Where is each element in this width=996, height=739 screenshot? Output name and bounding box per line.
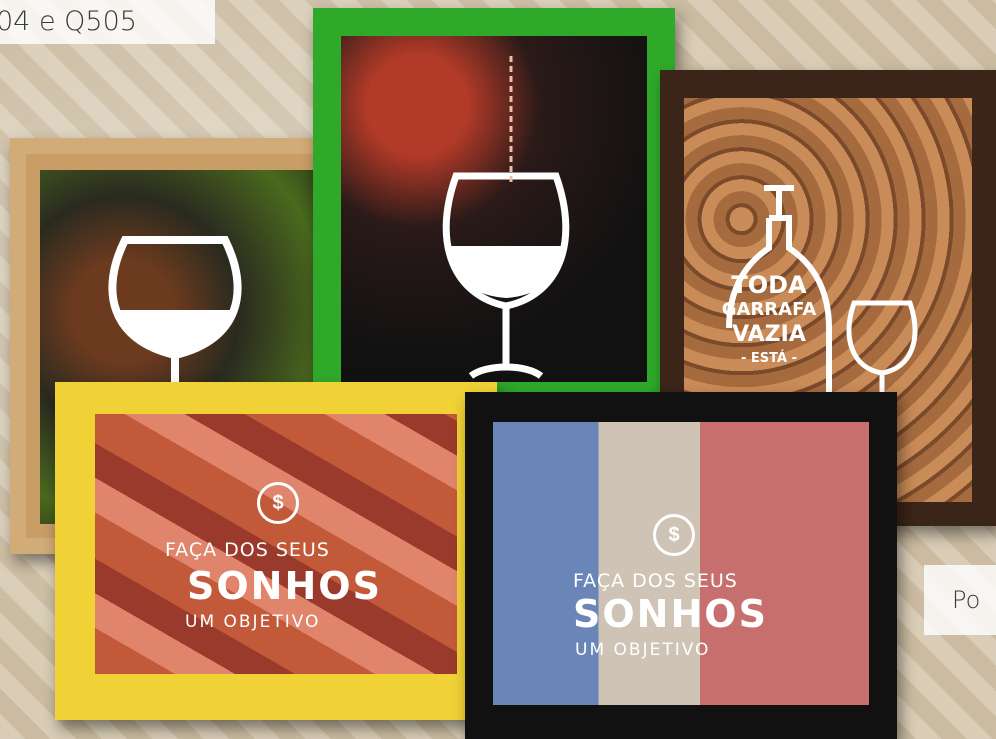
caption-line2: SONHOS <box>573 592 768 636</box>
money-picture: $ FAÇA DOS SEUS SONHOS UM OBJETIVO <box>95 414 457 674</box>
bottle-text-toda: TODA <box>731 271 807 299</box>
caption-line3: UM OBJETIVO <box>185 612 321 632</box>
caption-line1: FAÇA DOS SEUS <box>165 539 330 561</box>
caption-line2: SONHOS <box>187 564 382 608</box>
side-label: Po <box>924 565 996 635</box>
bottle-text-esta: - ESTÁ - <box>740 351 797 366</box>
money-picture: $ FAÇA DOS SEUS SONHOS UM OBJETIVO <box>493 422 869 705</box>
wine-stream-icon <box>509 56 513 186</box>
dollar-icon: $ <box>257 482 299 524</box>
product-code-label: 04 e Q505 <box>0 0 215 44</box>
dollar-icon: $ <box>653 514 695 556</box>
green-frame-picture <box>341 36 647 382</box>
bottle-text-garrafa: GARRAFA <box>721 299 817 320</box>
caption-line3: UM OBJETIVO <box>575 640 711 660</box>
caption-line1: FAÇA DOS SEUS <box>573 570 738 592</box>
wine-glass-icon <box>442 172 570 379</box>
green-frame <box>313 8 675 400</box>
black-frame: $ FAÇA DOS SEUS SONHOS UM OBJETIVO <box>465 392 897 739</box>
yellow-frame: $ FAÇA DOS SEUS SONHOS UM OBJETIVO <box>55 382 497 720</box>
photo-scene: 04 e Q505 TODA GARRAFA VAZIA - ESTÁ - $ … <box>0 0 996 739</box>
bottle-text-vazia: VAZIA <box>732 322 806 347</box>
